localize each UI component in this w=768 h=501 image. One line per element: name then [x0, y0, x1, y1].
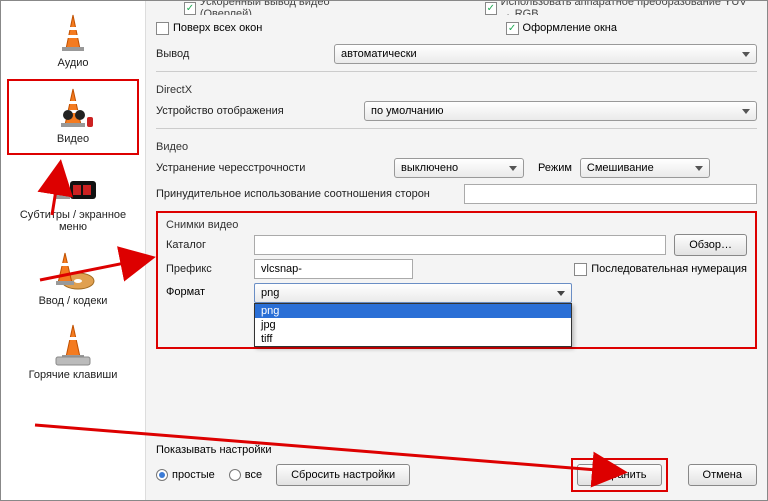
save-highlight: Сохранить — [571, 458, 668, 492]
button-label: Сохранить — [592, 469, 647, 481]
sidebar-item-audio[interactable]: Аудио — [7, 5, 139, 77]
main-panel: ✓ Ускоренный вывод видео (Оверлей) ✓ Испол… — [146, 1, 767, 500]
catalog-label: Каталог — [166, 239, 246, 251]
sidebar-item-label: Видео — [57, 133, 89, 145]
cancel-button[interactable]: Отмена — [688, 464, 757, 486]
radio-icon — [229, 469, 241, 481]
sidebar-item-label: Горячие клавиши — [29, 369, 118, 381]
display-device-label: Устройство отображения — [156, 105, 326, 117]
checkbox-icon — [574, 263, 587, 276]
prefix-input[interactable]: vlcsnap- — [254, 259, 413, 279]
deinterlace-label: Устранение чересстрочности — [156, 162, 386, 174]
snapshot-title: Снимки видео — [166, 219, 747, 231]
aspect-input[interactable] — [464, 184, 757, 204]
format-dropdown: png jpg tiff — [254, 303, 572, 347]
label: Использовать аппаратное преобразование Y… — [501, 1, 757, 15]
output-select[interactable]: автоматически — [334, 44, 757, 64]
dropdown-option[interactable]: png — [255, 304, 571, 318]
input-value: vlcsnap- — [261, 263, 302, 275]
mode-select[interactable]: Смешивание — [580, 158, 710, 178]
sidebar-item-codecs[interactable]: Ввод / кодеки — [7, 243, 139, 315]
catalog-input[interactable] — [254, 235, 666, 255]
sidebar-item-label: Аудио — [57, 57, 88, 69]
radio-icon — [156, 469, 168, 481]
cone-glasses-icon — [53, 87, 93, 131]
format-select[interactable]: png — [254, 283, 572, 303]
format-label: Формат — [166, 283, 246, 298]
browse-button[interactable]: Обзор… — [674, 234, 747, 256]
cone-keyboard-icon — [52, 323, 94, 367]
mode-label: Режим — [538, 162, 572, 174]
video-section-title: Видео — [156, 141, 757, 153]
button-label: Обзор… — [689, 239, 732, 251]
dropdown-option[interactable]: jpg — [255, 318, 571, 332]
select-value: png — [261, 287, 279, 299]
truncated-row: ✓ Ускоренный вывод видео (Оверлей) ✓ Испол… — [156, 1, 757, 15]
checkbox-label: Поверх всех окон — [173, 22, 262, 34]
select-value: по умолчанию — [371, 105, 443, 117]
sidebar-item-subtitles[interactable]: Субтитры / экранное меню — [7, 157, 139, 241]
radio-simple[interactable]: простые — [156, 469, 215, 481]
radio-label: все — [245, 469, 262, 481]
checkbox-icon: ✓ — [184, 2, 196, 15]
prefix-label: Префикс — [166, 263, 246, 275]
output-label: Вывод — [156, 48, 326, 60]
sidebar-item-hotkeys[interactable]: Горячие клавиши — [7, 317, 139, 389]
label: Ускоренный вывод видео (Оверлей) — [200, 1, 365, 15]
checkbox-label: Оформление окна — [523, 22, 617, 34]
checkbox-label: Последовательная нумерация — [591, 263, 747, 275]
checkbox-on-top[interactable]: Поверх всех окон — [156, 22, 262, 35]
checkbox-icon: ✓ — [506, 22, 519, 35]
sidebar-item-video[interactable]: Видео — [7, 79, 139, 155]
radio-label: простые — [172, 469, 215, 481]
aspect-label: Принудительное использование соотношения… — [156, 188, 456, 200]
sidebar-item-label: Ввод / кодеки — [39, 295, 108, 307]
sidebar: Аудио Видео Субтитры / экранное меню Вво… — [1, 1, 146, 500]
checkbox-decor[interactable]: ✓ Оформление окна — [506, 22, 617, 35]
footer: Показывать настройки простые все Сбросит… — [156, 438, 757, 496]
button-label: Отмена — [703, 469, 742, 481]
select-value: выключено — [401, 162, 458, 174]
checkbox-icon — [156, 22, 169, 35]
dropdown-option[interactable]: tiff — [255, 332, 571, 346]
button-label: Сбросить настройки — [291, 469, 395, 481]
reset-button[interactable]: Сбросить настройки — [276, 464, 410, 486]
checkbox-icon: ✓ — [485, 2, 497, 15]
save-button[interactable]: Сохранить — [577, 464, 662, 486]
checkbox-sequential[interactable]: Последовательная нумерация — [574, 263, 747, 276]
display-device-select[interactable]: по умолчанию — [364, 101, 757, 121]
cone-disc-icon — [50, 249, 96, 293]
select-value: Смешивание — [587, 162, 654, 174]
cone-clock-icon — [48, 163, 98, 207]
sidebar-item-label: Субтитры / экранное меню — [11, 209, 135, 233]
snapshot-group: Снимки видео Каталог Обзор… Префикс vlcs… — [156, 211, 757, 349]
show-settings-label: Показывать настройки — [156, 444, 757, 456]
deinterlace-select[interactable]: выключено — [394, 158, 524, 178]
cone-icon — [56, 11, 90, 55]
select-value: автоматически — [341, 48, 417, 60]
directx-section-title: DirectX — [156, 84, 757, 96]
radio-all[interactable]: все — [229, 469, 262, 481]
